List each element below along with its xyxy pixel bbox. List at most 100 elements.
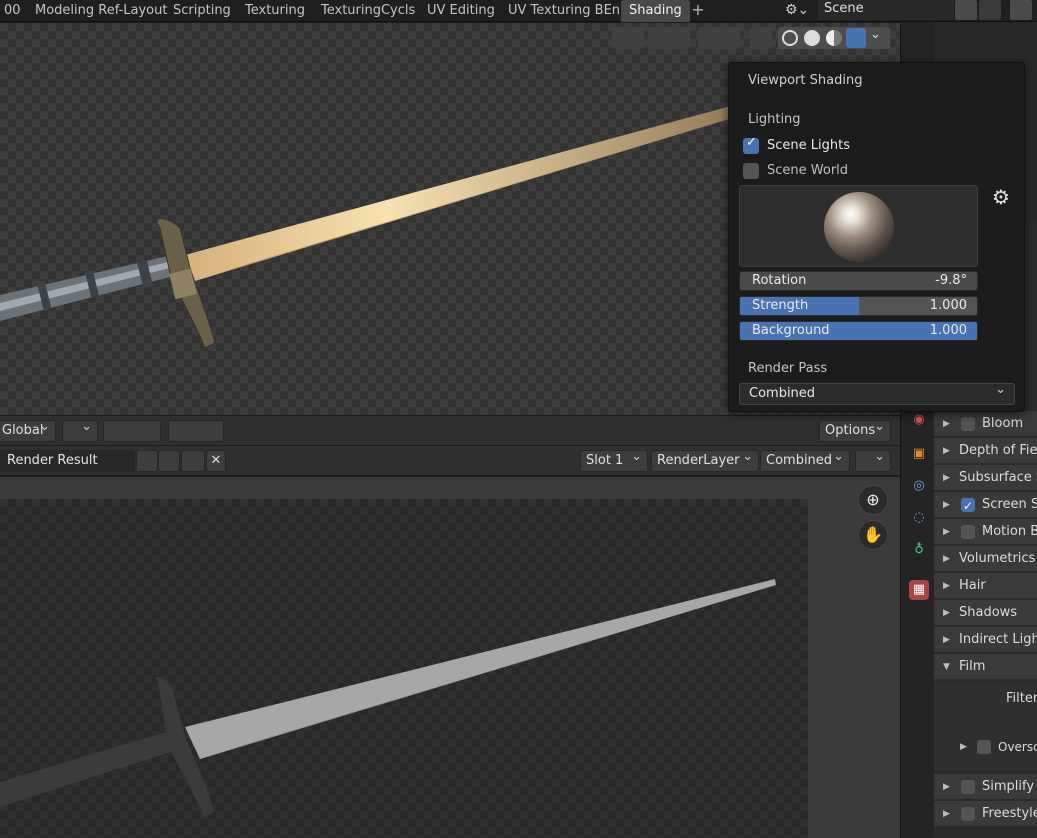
filter-size-label: Filter — [1006, 691, 1037, 706]
render-layer-dropdown[interactable]: RenderLayer — [651, 447, 759, 472]
expand-arrow-icon: ▶ — [943, 446, 950, 456]
panel-motion-blur[interactable]: ▶ Motion B — [934, 518, 1037, 544]
expand-arrow-icon: ▶ — [960, 742, 967, 752]
panel-label: Simplify — [982, 779, 1035, 794]
freestyle-checkbox[interactable] — [961, 807, 975, 821]
screen-space-checkbox[interactable] — [961, 493, 975, 517]
bloom-checkbox[interactable] — [961, 417, 975, 431]
panel-simplify[interactable]: ▶ Simplify — [934, 773, 1037, 799]
collapse-arrow-icon: ▼ — [943, 662, 950, 672]
panel-shadows[interactable]: ▶ Shadows — [934, 599, 1037, 625]
display-channels-icon[interactable] — [855, 447, 891, 472]
tab-modeling-ref-layout[interactable]: Modeling Ref-Layout — [27, 0, 175, 22]
panel-subsurface[interactable]: ▶ Subsurface S — [934, 464, 1037, 490]
zoom-icon[interactable]: ⊕ — [858, 485, 888, 515]
scene-world-checkbox[interactable] — [743, 163, 759, 179]
rotation-slider[interactable]: Rotation -9.8° — [739, 271, 978, 291]
duplicate-scene-button[interactable] — [955, 0, 977, 20]
panel-label: Subsurface S — [959, 470, 1037, 485]
panel-label: Hair — [959, 578, 986, 593]
panel-screen-space-reflections[interactable]: ▶ Screen S — [934, 491, 1037, 517]
background-value: 1.000 — [929, 323, 967, 338]
hdri-preview-box[interactable] — [739, 185, 978, 267]
xray-icon[interactable] — [750, 27, 772, 49]
shading-options-chevron-icon[interactable]: ⌄ — [870, 27, 881, 42]
scene-lights-label: Scene Lights — [767, 138, 850, 153]
strength-slider[interactable]: Strength 1.000 — [739, 296, 978, 316]
transform-orientation-dropdown[interactable]: Global — [0, 417, 56, 442]
scene-lights-checkbox[interactable] — [743, 135, 759, 154]
overscan-checkbox[interactable] — [977, 740, 991, 754]
new-image-icon[interactable] — [158, 450, 180, 472]
tab-uv-texturing-ben[interactable]: UV Texturing BEn — [500, 0, 628, 22]
pan-hand-icon[interactable]: ✋ — [858, 520, 888, 550]
rotation-value: -9.8° — [935, 273, 967, 288]
expand-arrow-icon: ▶ — [943, 635, 950, 645]
expand-arrow-icon: ▶ — [943, 527, 950, 537]
tab-texturingcycls[interactable]: TexturingCycls — [313, 0, 423, 22]
tab-uv-editing[interactable]: UV Editing — [419, 0, 503, 22]
render-pass-dropdown[interactable]: Combined — [760, 447, 850, 472]
fake-user-shield-icon[interactable] — [136, 450, 158, 472]
view-layer-icon[interactable] — [1010, 0, 1032, 20]
texture-tab-icon[interactable]: ▦ — [909, 580, 929, 600]
object-data-tab-icon[interactable]: ♁ — [909, 540, 929, 560]
material-shading-icon[interactable] — [826, 30, 842, 46]
panel-bloom[interactable]: ▶ Bloom — [934, 410, 1037, 436]
modifiers-tab-icon[interactable]: ◎ — [909, 476, 929, 496]
motion-blur-checkbox[interactable] — [961, 525, 975, 539]
panel-label: Bloom — [982, 416, 1024, 431]
simplify-checkbox[interactable] — [961, 780, 975, 794]
solid-shading-icon[interactable] — [804, 30, 820, 46]
gizmo-icon[interactable] — [648, 27, 690, 49]
rendered-shading-icon[interactable] — [846, 28, 866, 48]
open-image-folder-icon[interactable] — [181, 450, 205, 472]
panel-label: Screen S — [982, 497, 1037, 512]
options-dropdown[interactable]: Options — [819, 417, 891, 442]
panel-label: Shadows — [959, 605, 1018, 620]
image-name-field[interactable]: Render Result — [0, 450, 135, 472]
slot-dropdown[interactable]: Slot 1 — [580, 447, 648, 472]
physics-tab-icon[interactable]: ◌ — [909, 508, 929, 528]
expand-arrow-icon: ▶ — [943, 419, 950, 429]
panel-indirect-lighting[interactable]: ▶ Indirect Ligh — [934, 626, 1037, 652]
panel-depth-of-field[interactable]: ▶ Depth of Fie — [934, 437, 1037, 463]
delete-scene-button[interactable] — [979, 0, 1001, 20]
scene-name-field[interactable]: Scene — [818, 0, 954, 20]
background-slider[interactable]: Background 1.000 — [739, 321, 978, 341]
unlink-image-close-icon[interactable]: ✕ — [206, 450, 226, 472]
add-workspace-button[interactable]: + — [690, 0, 706, 22]
expand-arrow-icon: ▶ — [943, 608, 950, 618]
strength-label: Strength — [752, 298, 809, 313]
popover-title: Viewport Shading — [748, 73, 863, 88]
panel-film[interactable]: ▼ Film — [934, 653, 1037, 679]
gear-icon[interactable]: ⚙ — [992, 185, 1010, 209]
wireframe-shading-icon[interactable] — [782, 30, 798, 46]
scene-selector-icon[interactable]: ⚙⌄ — [785, 0, 815, 20]
tab-texturing[interactable]: Texturing — [237, 0, 313, 22]
rotation-label: Rotation — [752, 273, 807, 288]
panel-label: Indirect Ligh — [959, 632, 1037, 647]
panel-volumetrics[interactable]: ▶ Volumetrics — [934, 545, 1037, 571]
tab-00[interactable]: 00 — [0, 0, 29, 22]
tab-scripting[interactable]: Scripting — [165, 0, 239, 22]
snap-icon[interactable] — [103, 420, 161, 442]
film-panel-body: Filter ▶ Oversc — [934, 680, 1037, 770]
object-tab-icon[interactable]: ▣ — [909, 444, 929, 464]
scene-world-label: Scene World — [767, 163, 849, 178]
shading-mode-group[interactable]: ⌄ — [778, 27, 890, 49]
background-label: Background — [752, 323, 830, 338]
output-tab-icon[interactable]: ◉ — [909, 410, 929, 430]
render-pass-dropdown[interactable]: Combined — [739, 380, 1015, 405]
image-editor-canvas[interactable]: ⊕ ✋ — [0, 477, 900, 838]
pivot-icon[interactable] — [62, 417, 98, 442]
panel-hair[interactable]: ▶ Hair — [934, 572, 1037, 598]
panel-freestyle[interactable]: ▶ Freestyle — [934, 800, 1037, 826]
overlays-icon[interactable] — [698, 27, 740, 49]
tab-shading[interactable]: Shading — [621, 0, 690, 22]
sword-render-result — [0, 579, 776, 817]
panel-label: Film — [959, 659, 986, 674]
expand-arrow-icon: ▶ — [943, 473, 950, 483]
proportional-edit-icon[interactable] — [168, 420, 224, 442]
visibility-icon[interactable] — [612, 27, 644, 49]
